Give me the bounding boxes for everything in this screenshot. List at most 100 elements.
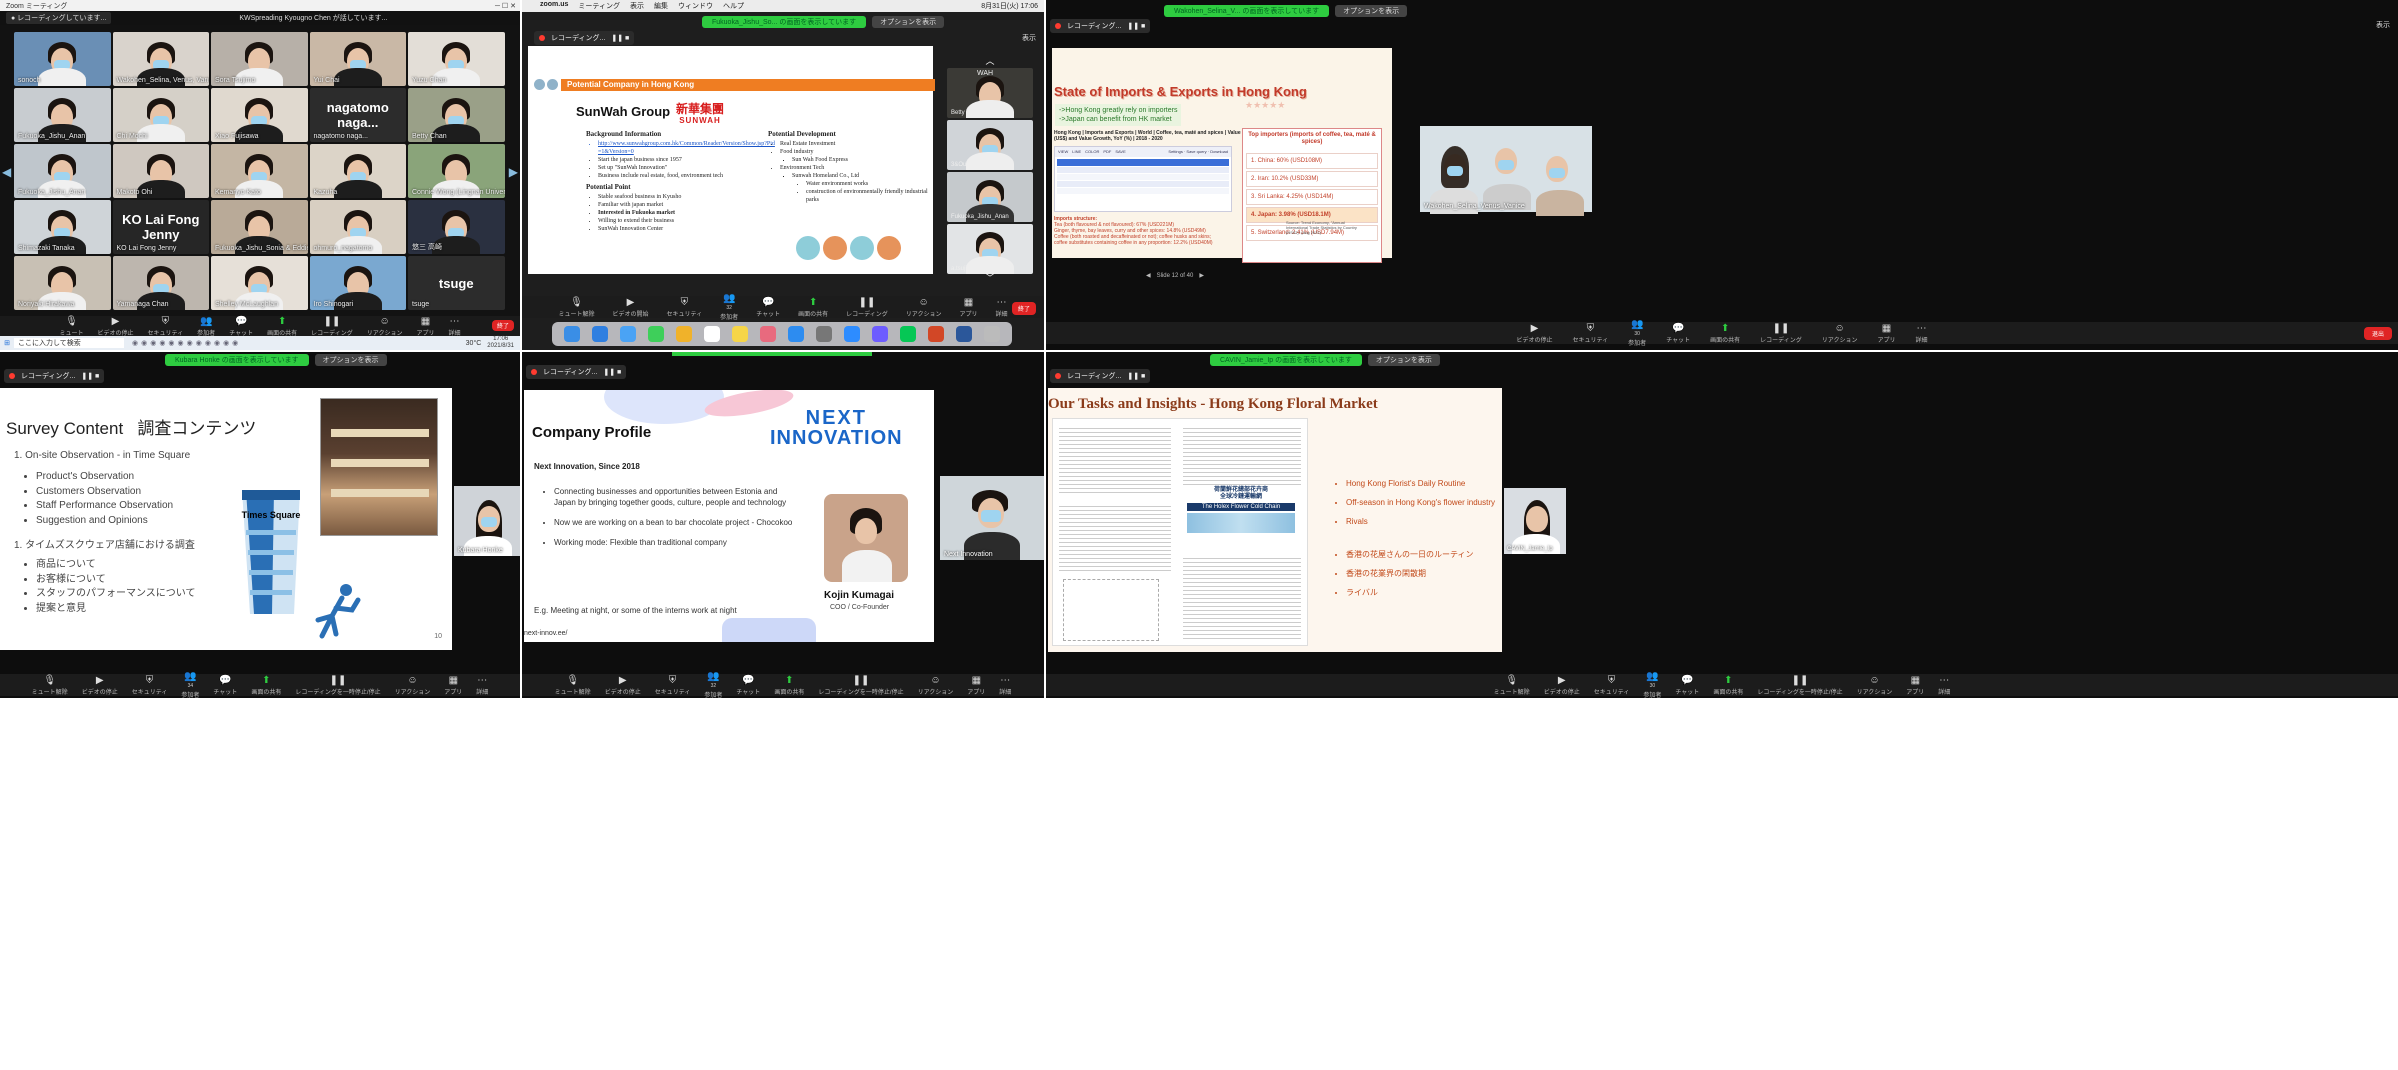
toolbar-button[interactable]: 🎙 ミュート解除 <box>559 297 595 318</box>
finder-icon[interactable] <box>564 326 580 342</box>
toolbar-button[interactable]: ⬆ 画面の共有 <box>1713 675 1743 696</box>
toolbar-button[interactable]: ⬆ 画面の共有 <box>1710 323 1740 344</box>
word-icon[interactable] <box>956 326 972 342</box>
messenger-icon[interactable] <box>872 326 888 342</box>
video-tile[interactable]: Xiao Fujisawa <box>211 88 308 142</box>
toolbar-button[interactable]: ▦ アプリ <box>1906 675 1924 696</box>
toolbar-button[interactable]: ☺ リアクション <box>367 316 403 337</box>
settings-icon[interactable] <box>816 326 832 342</box>
toolbar-button[interactable]: ⋯ 詳細 <box>995 297 1007 318</box>
video-tile[interactable]: Wakohen_Selina, Venus, Vanice <box>112 32 209 86</box>
video-tile[interactable]: Kazuha <box>309 144 406 198</box>
toolbar-button[interactable]: ▦ アプリ <box>959 297 977 318</box>
end-button[interactable]: 終了 <box>491 320 514 331</box>
toolbar-button[interactable]: ▦ アプリ <box>1877 323 1895 344</box>
toolbar-button[interactable]: ☺ リアクション <box>1822 323 1858 344</box>
notes-icon[interactable] <box>732 326 748 342</box>
background-item[interactable]: http://www.sunwahgroup.com.hk/Common/Rea… <box>598 140 776 156</box>
toolbar-button[interactable]: 💬 チャット <box>1666 323 1690 344</box>
mail-icon[interactable] <box>620 326 636 342</box>
prev-slide-button[interactable]: ◀ <box>1146 272 1151 279</box>
leave-button[interactable]: 退出 <box>2363 327 2392 340</box>
toolbar-button[interactable]: 👥 32 参加者 <box>704 671 722 699</box>
video-tile[interactable]: Yui Chai <box>309 32 406 86</box>
video-tile[interactable]: Sora Tsujimo <box>211 32 308 86</box>
safari-icon[interactable] <box>592 326 608 342</box>
video-tile[interactable]: Yamanaga Chan <box>112 256 209 310</box>
toolbar-button[interactable]: 💬 チャット <box>736 675 760 696</box>
video-tile[interactable]: Shelley McLaughlan <box>211 256 308 310</box>
toolbar-button[interactable]: ⛨ セキュリティ <box>148 316 184 337</box>
menubar-item[interactable]: ウィンドウ <box>678 1 713 11</box>
toolbar-button[interactable]: ☺ リアクション <box>906 297 942 318</box>
toolbar-button[interactable]: 💬 チャット <box>229 316 253 337</box>
recording-indicator[interactable]: レコーディング... ❚❚ ■ <box>1050 369 1151 383</box>
taskbar-apps[interactable]: ◉◉◉◉◉◉◉◉◉◉◉◉ <box>132 339 241 347</box>
start-icon[interactable]: ⊞ <box>0 339 14 347</box>
next-page-arrow[interactable]: ▶ <box>509 165 518 179</box>
toolbar-button[interactable]: ⋯ 詳細 <box>999 675 1011 696</box>
toolbar-button[interactable]: 💬 チャット <box>756 297 780 318</box>
toolbar-button[interactable]: ❚❚ レコーディングを一時停止/停止 <box>1757 675 1842 696</box>
toolbar-button[interactable]: ⬆ 画面の共有 <box>798 297 828 318</box>
next-slide-button[interactable]: ▶ <box>1199 272 1204 279</box>
powerpoint-icon[interactable] <box>928 326 944 342</box>
prev-page-arrow[interactable]: ◀ <box>2 165 11 179</box>
launchpad-icon[interactable] <box>760 326 776 342</box>
line-icon[interactable] <box>900 326 916 342</box>
scroll-up-icon[interactable]: ︿ <box>947 54 1033 66</box>
toolbar-button[interactable]: 💬 チャット <box>213 675 237 696</box>
toolbar-button[interactable]: 👥 参加者 <box>197 316 215 337</box>
menubar-item[interactable]: 編集 <box>654 1 668 11</box>
toolbar-button[interactable]: ⛨ セキュリティ <box>132 675 168 696</box>
video-tile[interactable]: Chi Mochi <box>112 88 209 142</box>
toolbar-button[interactable]: 🎙 ミュート解除 <box>555 675 591 696</box>
toolbar-button[interactable]: ❚❚ レコーディングを一時停止/停止 <box>295 675 380 696</box>
video-tile[interactable]: tsuge tsuge <box>408 256 505 310</box>
photos-icon[interactable] <box>676 326 692 342</box>
view-button[interactable]: 表示 <box>1022 33 1036 43</box>
toolbar-button[interactable]: ⛨ セキュリティ <box>655 675 691 696</box>
video-tile[interactable]: sonoch <box>14 32 111 86</box>
toolbar-button[interactable]: ▶ ビデオの停止 <box>98 316 134 337</box>
toolbar-button[interactable]: 🎙 ミュート <box>60 316 84 337</box>
video-tile[interactable]: KO Lai Fong Jenny KO Lai Fong Jenny <box>112 200 209 254</box>
end-button[interactable]: 終了 <box>1011 302 1036 315</box>
taskbar-search-input[interactable]: ここに入力して検索 <box>14 338 124 348</box>
share-options-button[interactable]: オプションを表示 <box>872 16 945 28</box>
toolbar-button[interactable]: ▦ アプリ <box>444 675 462 696</box>
toolbar-button[interactable]: 👥 30 参加者 <box>1643 671 1661 699</box>
recording-indicator[interactable]: レコーディング... ❚❚ ■ <box>534 31 635 45</box>
toolbar-button[interactable]: ☺ リアクション <box>395 675 431 696</box>
toolbar-button[interactable]: ❚❚ レコーディング <box>311 316 353 337</box>
video-tile[interactable]: 3&Ouke_ar ta <box>947 120 1033 170</box>
menubar-item[interactable]: ミーティング <box>578 1 620 11</box>
toolbar-button[interactable]: ⛨ セキュリティ <box>667 297 703 318</box>
video-tile[interactable]: Betty Chan <box>408 88 505 142</box>
video-tile[interactable]: Fukuoka_Jishu_Anan <box>14 88 111 142</box>
toolbar-button[interactable]: ☺ リアクション <box>918 675 954 696</box>
record-chip[interactable]: ● レコーディングしています... <box>6 12 112 24</box>
share-options-button[interactable]: オプションを表示 <box>1367 354 1440 366</box>
toolbar-button[interactable]: ⬆ 画面の共有 <box>774 675 804 696</box>
video-tile[interactable]: Makoto Ohi <box>112 144 209 198</box>
toolbar-button[interactable]: ⋯ 詳細 <box>448 316 460 337</box>
view-button[interactable]: 表示 <box>2376 20 2390 30</box>
toolbar-button[interactable]: ⛨ セキュリティ <box>1594 675 1630 696</box>
video-tile[interactable]: nagatomo naga... nagatomo naga... <box>309 88 406 142</box>
video-tile[interactable]: WAH Betty Chan <box>947 68 1033 118</box>
window-controls[interactable]: ─ ☐ ✕ <box>495 2 520 10</box>
trash-icon[interactable] <box>984 326 1000 342</box>
recording-indicator[interactable]: レコーディング... ❚❚ ■ <box>4 369 105 383</box>
scroll-down-icon[interactable]: ﹀ <box>947 271 1033 284</box>
appstore-icon[interactable] <box>788 326 804 342</box>
toolbar-button[interactable]: 👥 30 参加者 <box>1628 319 1646 347</box>
toolbar-button[interactable]: 🎙 ミュート解除 <box>1494 675 1530 696</box>
zoom-icon[interactable] <box>844 326 860 342</box>
toolbar-button[interactable]: ❚❚ レコーディングを一時停止/停止 <box>818 675 903 696</box>
video-tile[interactable]: Connie Wong (Lingnan University) <box>408 144 505 198</box>
toolbar-button[interactable]: ⋯ 詳細 <box>1915 323 1927 344</box>
menubar-item[interactable]: zoom.us <box>540 1 568 11</box>
toolbar-button[interactable]: ⋯ 詳細 <box>476 675 488 696</box>
video-tile[interactable]: a.tsuji <box>947 224 1033 274</box>
